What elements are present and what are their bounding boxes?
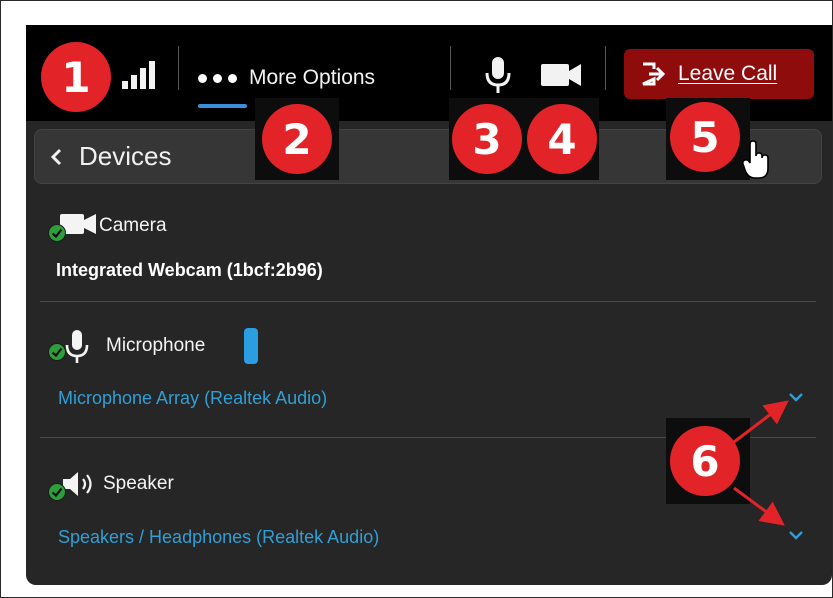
microphone-value[interactable]: Microphone Array (Realtek Audio): [58, 388, 327, 409]
camera-value: Integrated Webcam (1bcf:2b96): [56, 260, 323, 280]
callout-marker-3: 3: [452, 104, 522, 174]
callout-arrows: [733, 400, 789, 526]
microphone-device-icon: [65, 330, 89, 363]
toolbar-divider: [450, 46, 451, 90]
speaker-label: Speaker: [103, 473, 174, 494]
check-icon: [48, 343, 66, 361]
leave-call-button[interactable]: Leave Call: [624, 49, 814, 99]
active-tab-underline: [198, 103, 247, 108]
callout-marker-5: 5: [670, 102, 740, 172]
callout-marker-4: 4: [527, 104, 597, 174]
callout-marker-2: 2: [262, 104, 332, 174]
more-dots-icon: [198, 73, 247, 108]
callout-marker-1: 1: [41, 42, 111, 112]
microphone-icon[interactable]: [481, 55, 515, 95]
camera-icon[interactable]: [539, 61, 583, 89]
speaker-value[interactable]: Speakers / Headphones (Realtek Audio): [58, 527, 379, 548]
hand-cursor-icon: [742, 140, 769, 179]
toolbar-divider: [178, 46, 179, 90]
signal-icon[interactable]: [122, 61, 162, 89]
leave-icon: [642, 62, 666, 86]
leave-call-label: Leave Call: [678, 62, 778, 85]
chevron-left-icon: [50, 148, 62, 165]
devices-title: Devices: [79, 141, 172, 171]
camera-label: Camera: [99, 215, 167, 236]
more-options-button[interactable]: More Options: [198, 58, 376, 108]
mic-level-icon: [244, 328, 258, 364]
more-options-label: More Options: [249, 66, 376, 89]
toolbar-divider: [605, 46, 606, 90]
check-icon: [48, 224, 66, 242]
check-icon: [48, 483, 66, 501]
speaker-icon: [63, 472, 92, 496]
microphone-label: Microphone: [106, 335, 206, 356]
section-divider: [40, 301, 816, 302]
